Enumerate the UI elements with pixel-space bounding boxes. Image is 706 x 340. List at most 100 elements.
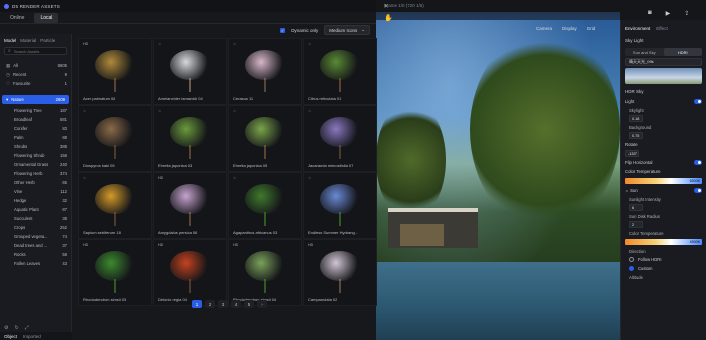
- subcategory-item[interactable]: Shrubs 388: [0, 142, 71, 151]
- page-button[interactable]: ›: [257, 300, 267, 308]
- sunlight-intensity-input[interactable]: 6: [629, 204, 643, 211]
- tab-local[interactable]: Local: [34, 12, 59, 23]
- tab-material[interactable]: Material: [20, 38, 36, 43]
- dynamic-only-checkbox[interactable]: ✓: [280, 27, 286, 33]
- skylight-input[interactable]: 0.18: [629, 115, 643, 122]
- subcategory-item[interactable]: Flowering Shrub 156: [0, 151, 71, 160]
- subcategory-item[interactable]: Broadleaf 581: [0, 115, 71, 124]
- color-temperature-slider[interactable]: 6500K: [625, 178, 702, 184]
- category-nature[interactable]: ▾ Nature 2609: [2, 95, 69, 104]
- screenshot-icon[interactable]: ◙: [648, 10, 652, 17]
- subcategory-count: 58: [62, 252, 67, 257]
- expand-icon[interactable]: ⤢: [25, 325, 29, 331]
- asset-card[interactable]: ☆ Ehretia japonica 03: [153, 105, 227, 172]
- subcategory-item[interactable]: Aquatic Plant 87: [0, 205, 71, 214]
- tab-effect[interactable]: Effect: [656, 26, 667, 31]
- asset-card[interactable]: ☆ Cerasus 11: [228, 38, 302, 105]
- category-favourite[interactable]: ♡ Favourite 1: [0, 79, 71, 88]
- page-button[interactable]: 3: [218, 300, 228, 308]
- grid-button[interactable]: Grid: [587, 26, 596, 31]
- hdri-select[interactable]: 晴天天光_09k: [625, 58, 702, 66]
- asset-card[interactable]: HD Acer palmatum 08: [78, 38, 152, 105]
- subcategory-item[interactable]: Hedge 32: [0, 196, 71, 205]
- custom-option[interactable]: Custom: [621, 264, 706, 273]
- sun-and-sky-option[interactable]: Sun and Sky: [625, 48, 664, 56]
- asset-card[interactable]: ☆ Sapium sebiferum 18: [78, 172, 152, 239]
- sun-color-temperature-slider[interactable]: 4500K: [625, 239, 702, 245]
- page-button[interactable]: 5: [244, 300, 254, 308]
- light-toggle[interactable]: [694, 99, 702, 104]
- subcategory-item[interactable]: Ornamental Grass 240: [0, 160, 71, 169]
- subcategory-item[interactable]: Flowering Herb 374: [0, 169, 71, 178]
- video-icon[interactable]: ▶: [666, 10, 671, 17]
- asset-card[interactable]: HD Amygdalus persica 06: [153, 172, 227, 239]
- hdri-option[interactable]: HDRI: [663, 48, 702, 56]
- icon-size-select[interactable]: Medium Icons ⌄: [324, 25, 370, 35]
- hdri-preview[interactable]: [625, 68, 702, 84]
- share-icon[interactable]: ⇪: [684, 10, 689, 17]
- subcategory-label: Dead trees and ...: [14, 243, 48, 248]
- subcategory-count: 65: [62, 180, 67, 185]
- tab-online[interactable]: Online: [4, 13, 30, 23]
- asset-card[interactable]: ☆ Agapanthus africanus 03: [228, 172, 302, 239]
- subcategory-item[interactable]: Rocks 58: [0, 250, 71, 259]
- display-button[interactable]: Display: [562, 26, 577, 31]
- asset-card[interactable]: HD Campanulata 02: [303, 239, 377, 306]
- asset-badge: ☆: [233, 176, 237, 180]
- tab-imported[interactable]: Imported: [23, 334, 41, 339]
- search-input[interactable]: [13, 48, 64, 54]
- asset-card[interactable]: ☆ Diospyros kaki 05: [78, 105, 152, 172]
- panel-footer-icons: ⚙ ↻ ⤢: [0, 324, 72, 332]
- tab-environment[interactable]: Environment: [625, 26, 650, 31]
- subcategory-item[interactable]: Other Herb 65: [0, 178, 71, 187]
- category-all[interactable]: ▦ All 8605: [0, 61, 71, 70]
- asset-card[interactable]: ☆ Amelanchier lamarckii 04: [153, 38, 227, 105]
- page-button[interactable]: 1: [192, 300, 202, 308]
- background-input[interactable]: 0.75: [629, 132, 643, 139]
- subcategory-label: Vine: [14, 189, 23, 194]
- subcategory-item[interactable]: Fallen Leaves 43: [0, 259, 71, 268]
- asset-card[interactable]: HD Rhododendron simsii 04: [228, 239, 302, 306]
- flip-horizontal-label: Flip Horizontal: [625, 160, 653, 165]
- subcategory-item[interactable]: Crops 252: [0, 223, 71, 232]
- asset-card[interactable]: ☆ Ehretia japonica 05: [228, 105, 302, 172]
- asset-card[interactable]: ☆ Citrus reticulata 01: [303, 38, 377, 105]
- tab-model[interactable]: Model: [4, 38, 16, 43]
- asset-content: ✓ Dynamic only Medium Icons ⌄ HD Acer pal…: [74, 24, 377, 316]
- close-icon[interactable]: ✕: [384, 3, 389, 10]
- settings-icon[interactable]: ⚙: [4, 325, 8, 331]
- follow-hdri-option[interactable]: Follow HDRI: [621, 255, 706, 264]
- asset-type-tabs: Model Material Particle: [0, 34, 71, 45]
- subcategory-item[interactable]: Dead trees and ... 37: [0, 241, 71, 250]
- category-recent[interactable]: ◷ Recent 9: [0, 70, 71, 79]
- sun-toggle[interactable]: [694, 188, 702, 193]
- subcategory-item[interactable]: Vine 112: [0, 187, 71, 196]
- subcategory-item[interactable]: Succulent 38: [0, 214, 71, 223]
- frame-label: Frame 1/0 (720 1/6): [384, 3, 424, 8]
- page-button[interactable]: 2: [205, 300, 215, 308]
- rotate-input[interactable]: -133°: [625, 150, 639, 157]
- subcategory-item[interactable]: Palm 88: [0, 133, 71, 142]
- refresh-icon[interactable]: ↻: [14, 325, 18, 331]
- camera-button[interactable]: Camera: [536, 26, 552, 31]
- category-panel: Model Material Particle ⌕ ▦All 8605 ◷Rec…: [0, 34, 72, 340]
- page-button[interactable]: 4: [231, 300, 241, 308]
- tree-crown: [320, 184, 360, 214]
- asset-card[interactable]: HD Delonix regia 04: [153, 239, 227, 306]
- asset-card[interactable]: ☆ Endless Summer Hydrang...: [303, 172, 377, 239]
- tab-object[interactable]: Object: [4, 334, 17, 339]
- direction-label: Direction: [629, 249, 646, 254]
- subcategory-item[interactable]: Conifer 83: [0, 124, 71, 133]
- flip-horizontal-toggle[interactable]: [694, 160, 702, 165]
- asset-card[interactable]: HD Rhododendron simsii 03: [78, 239, 152, 306]
- tab-particle[interactable]: Particle: [40, 38, 55, 43]
- subcategory-item[interactable]: Grouped vegeta... 74: [0, 232, 71, 241]
- search-box: ⌕: [4, 47, 67, 55]
- tree-trunk: [114, 78, 116, 92]
- asset-card[interactable]: ☆ Jacaranda mimosifolia 07: [303, 105, 377, 172]
- sun-disk-radius-label: Sun Disk Radius: [629, 214, 660, 219]
- subcategory-item[interactable]: Flowering Tree 187: [0, 106, 71, 115]
- sun-disk-radius-input[interactable]: 2: [629, 221, 643, 228]
- subcategory-count: 37: [62, 243, 67, 248]
- pan-hand-icon[interactable]: ✋: [384, 14, 393, 22]
